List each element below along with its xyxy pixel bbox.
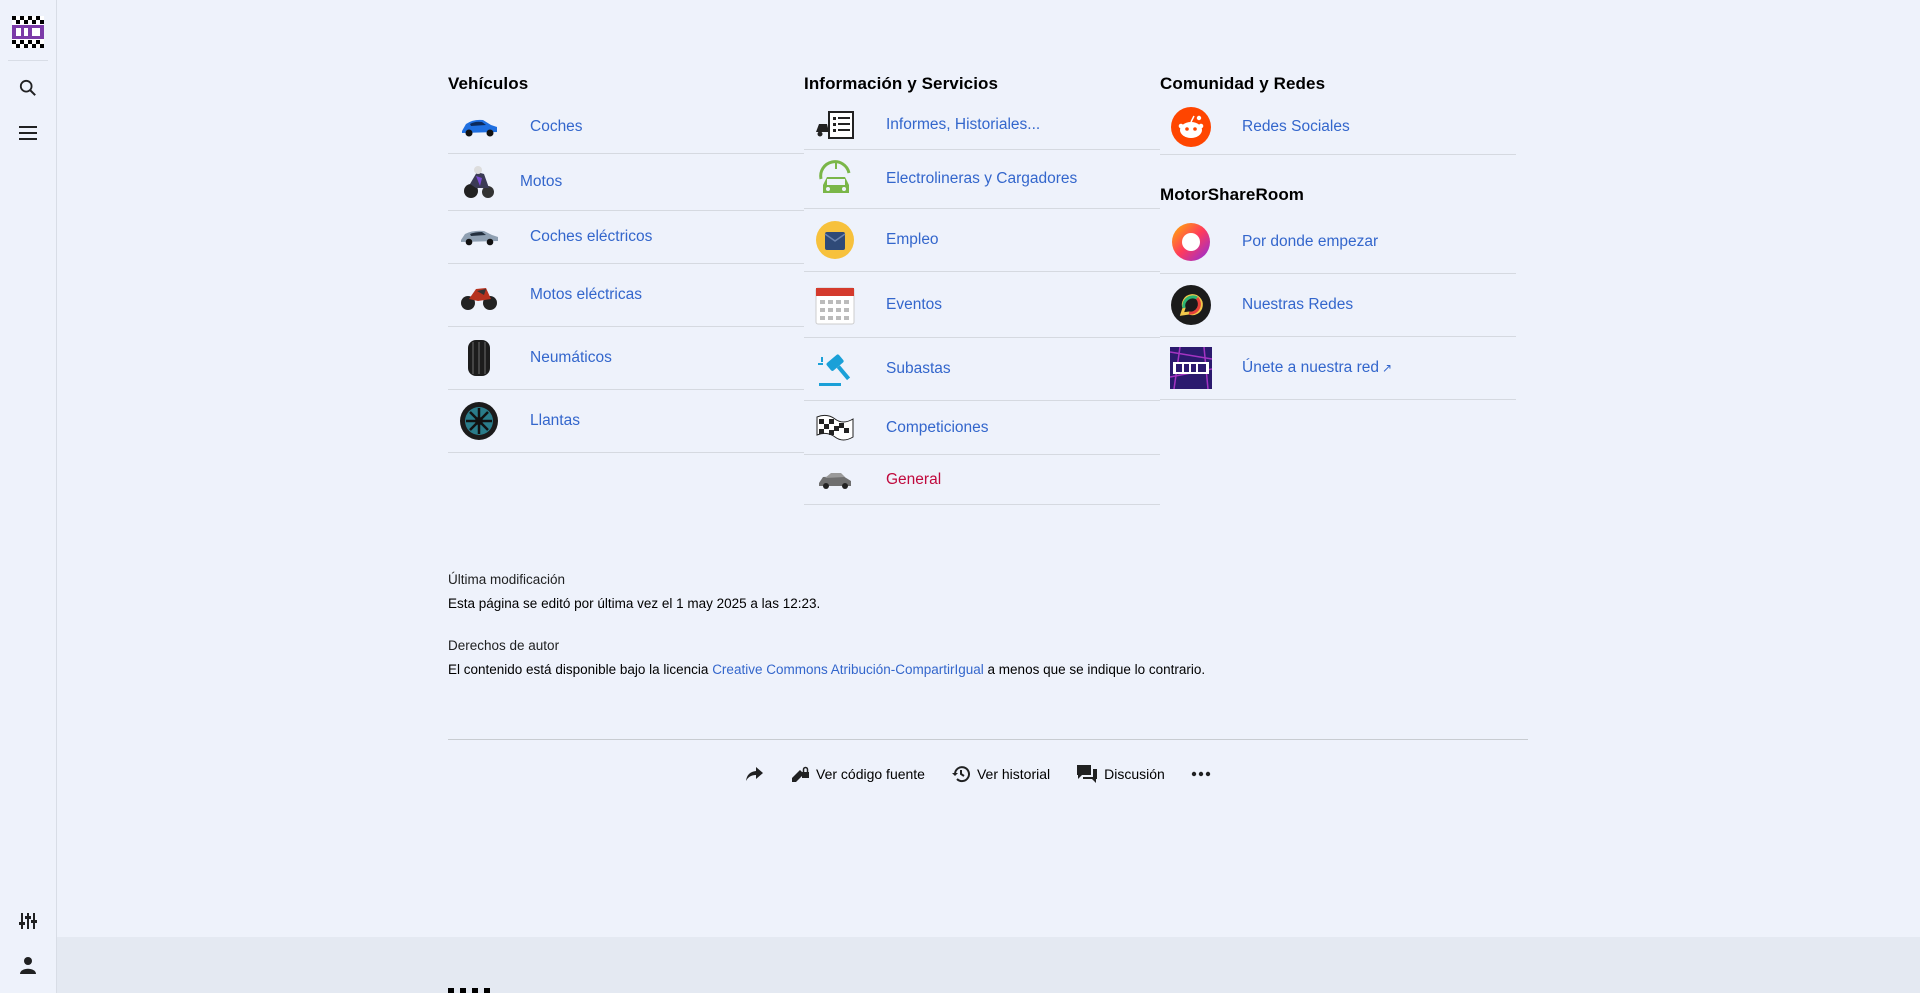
- left-sidebar: [0, 0, 57, 993]
- list-item-general[interactable]: General: [804, 455, 1160, 505]
- cars-icon: [814, 459, 856, 501]
- blue-car-icon: [458, 106, 500, 148]
- link-coches[interactable]: Coches: [530, 118, 583, 136]
- discussion-button[interactable]: Discusión: [1076, 764, 1165, 784]
- user-icon[interactable]: [12, 949, 44, 981]
- report-icon: [814, 104, 856, 146]
- list-item-por-donde-empezar[interactable]: Por donde empezar: [1160, 211, 1516, 274]
- link-competiciones[interactable]: Competiciones: [886, 419, 989, 437]
- page-footer-info: Última modificación Esta página se editó…: [448, 572, 1528, 704]
- tire-icon: [458, 337, 500, 379]
- link-eventos[interactable]: Eventos: [886, 296, 942, 314]
- list-item-eventos[interactable]: Eventos: [804, 272, 1160, 338]
- link-unete-label: Únete a nuestra red: [1242, 359, 1380, 376]
- gavel-icon: [814, 348, 856, 390]
- link-neumaticos[interactable]: Neumáticos: [530, 349, 612, 367]
- link-general[interactable]: General: [886, 471, 941, 489]
- list-item-electrolineras[interactable]: Electrolineras y Cargadores: [804, 150, 1160, 209]
- more-button[interactable]: [1191, 771, 1211, 777]
- link-redes-sociales[interactable]: Redes Sociales: [1242, 118, 1350, 136]
- charger-icon: [814, 158, 856, 200]
- discussion-icon: [1077, 765, 1098, 783]
- menu-icon[interactable]: [12, 117, 44, 149]
- link-informes[interactable]: Informes, Historiales...: [886, 116, 1040, 134]
- column-comunidad: Comunidad y Redes Redes Sociales MotorSh…: [1160, 74, 1516, 400]
- copyright-prefix: El contenido está disponible bajo la lic…: [448, 662, 713, 677]
- list-item-empleo[interactable]: Empleo: [804, 209, 1160, 272]
- list-item-motos-electricas[interactable]: Motos eléctricas: [448, 264, 804, 327]
- license-link[interactable]: Creative Commons Atribución-CompartirIgu…: [712, 662, 984, 677]
- section-title-motorshareroom: MotorShareRoom: [1160, 185, 1305, 204]
- section-title-informacion: Información y Servicios: [804, 74, 999, 93]
- last-modified-text: Esta página se editó por última vez el 1…: [448, 596, 821, 611]
- ring-icon: [1170, 221, 1212, 263]
- list-item-redes-sociales[interactable]: Redes Sociales: [1160, 100, 1516, 155]
- link-empleo[interactable]: Empleo: [886, 231, 939, 249]
- chat-bubble-icon: [1170, 284, 1212, 326]
- site-footer: [57, 937, 1920, 993]
- share-button[interactable]: [744, 765, 764, 783]
- link-nuestras-redes[interactable]: Nuestras Redes: [1242, 296, 1353, 314]
- link-llantas[interactable]: Llantas: [530, 412, 580, 430]
- list-item-neumaticos[interactable]: Neumáticos: [448, 327, 804, 390]
- external-link-icon: ↗: [1382, 361, 1393, 375]
- list-item-llantas[interactable]: Llantas: [448, 390, 804, 453]
- column-informacion: Información y Servicios Informes, Histor…: [804, 74, 1160, 505]
- view-source-label: Ver código fuente: [816, 766, 925, 782]
- footer-logo: [448, 983, 496, 993]
- copyright-label: Derechos de autor: [448, 638, 560, 653]
- calendar-icon: [814, 284, 856, 326]
- link-subastas[interactable]: Subastas: [886, 360, 951, 378]
- job-icon: [814, 219, 856, 261]
- list-item-subastas[interactable]: Subastas: [804, 338, 1160, 401]
- share-icon: [746, 767, 763, 781]
- search-icon[interactable]: [12, 72, 44, 104]
- section-title-vehiculos: Vehículos: [448, 74, 529, 93]
- link-por-donde-empezar[interactable]: Por donde empezar: [1242, 233, 1378, 251]
- view-history-label: Ver historial: [976, 766, 1051, 782]
- link-motos[interactable]: Motos: [520, 173, 562, 191]
- link-unete[interactable]: Únete a nuestra red ↗: [1242, 359, 1392, 377]
- list-item-nuestras-redes[interactable]: Nuestras Redes: [1160, 274, 1516, 337]
- rim-icon: [458, 400, 500, 442]
- link-coches-electricos[interactable]: Coches eléctricos: [530, 228, 652, 246]
- list-item-unete[interactable]: Únete a nuestra red ↗: [1160, 337, 1516, 400]
- copyright-suffix: a menos que se indique lo contrario.: [983, 662, 1206, 677]
- last-modified-label: Última modificación: [448, 572, 566, 587]
- checkered-flag-logo[interactable]: [12, 16, 44, 48]
- history-icon: [951, 766, 970, 783]
- room-logo-icon: [1170, 347, 1212, 389]
- link-motos-electricas[interactable]: Motos eléctricas: [530, 286, 642, 304]
- motorcycle-icon: [458, 161, 500, 203]
- copyright-text: El contenido está disponible bajo la lic…: [448, 662, 1528, 677]
- discussion-label: Discusión: [1104, 766, 1165, 782]
- list-item-coches-electricos[interactable]: Coches eléctricos: [448, 211, 804, 264]
- more-icon: [1191, 771, 1211, 777]
- list-item-competiciones[interactable]: Competiciones: [804, 401, 1160, 455]
- page-actions-bar: Ver código fuente Ver historial Discusió…: [744, 762, 1211, 786]
- sidebar-divider: [8, 60, 48, 61]
- view-history-button[interactable]: Ver historial: [951, 764, 1050, 784]
- list-item-motos[interactable]: Motos: [448, 154, 804, 211]
- section-title-comunidad: Comunidad y Redes: [1160, 74, 1326, 93]
- list-item-coches[interactable]: Coches: [448, 100, 804, 154]
- link-electrolineras[interactable]: Electrolineras y Cargadores: [886, 170, 1077, 188]
- reddit-icon: [1170, 106, 1212, 148]
- footer-divider: [448, 739, 1528, 740]
- lock-edit-icon: [792, 766, 809, 782]
- electric-motorcycle-icon: [458, 274, 500, 316]
- sliders-icon[interactable]: [12, 905, 44, 937]
- column-vehiculos: Vehículos Coches Motos Coches eléctricos…: [448, 74, 804, 453]
- view-source-button[interactable]: Ver código fuente: [790, 764, 925, 784]
- list-item-informes[interactable]: Informes, Historiales...: [804, 100, 1160, 150]
- racing-flag-icon: [814, 407, 856, 449]
- electric-car-icon: [458, 216, 500, 258]
